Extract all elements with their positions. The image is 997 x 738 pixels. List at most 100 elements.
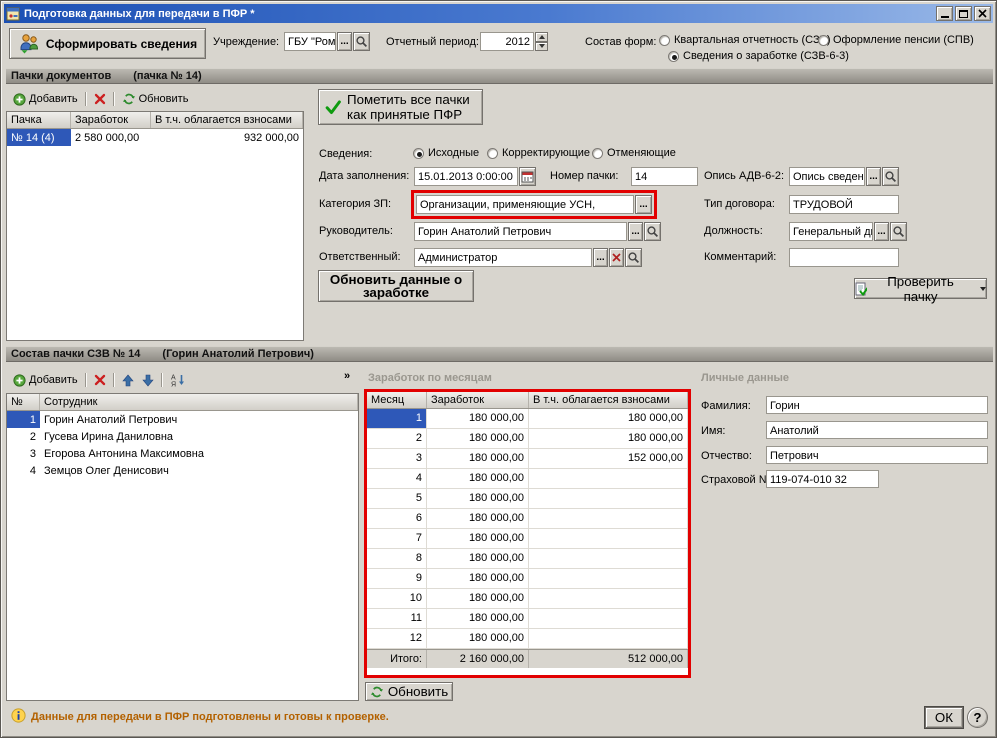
fill-date-input[interactable]: 15.01.2013 0:00:00 xyxy=(414,167,518,186)
responsible-input[interactable]: Администратор xyxy=(414,248,592,267)
month-row[interactable]: 6180 000,00 xyxy=(367,509,688,529)
month-cell[interactable]: 11 xyxy=(367,609,427,629)
maximize-button[interactable] xyxy=(955,6,972,21)
month-earnings-cell[interactable]: 180 000,00 xyxy=(427,429,529,449)
minimize-button[interactable] xyxy=(936,6,953,21)
month-taxable-cell[interactable] xyxy=(529,609,688,629)
employee-row[interactable]: 4Земцов Олег Денисович xyxy=(7,462,358,479)
manager-search-button[interactable] xyxy=(644,222,661,241)
inventory-input[interactable]: Опись сведен xyxy=(789,167,865,186)
lastname-input[interactable]: Горин xyxy=(766,396,988,414)
employee-name-cell[interactable]: Гусева Ирина Даниловна xyxy=(40,428,358,445)
month-earnings-cell[interactable]: 180 000,00 xyxy=(427,509,529,529)
month-row[interactable]: 3180 000,00152 000,00 xyxy=(367,449,688,469)
month-earnings-cell[interactable]: 180 000,00 xyxy=(427,489,529,509)
more-buttons-chevron[interactable]: » xyxy=(344,370,350,382)
packet-taxable-cell[interactable]: 932 000,00 xyxy=(151,129,303,146)
employee-row[interactable]: 1Горин Анатолий Петрович xyxy=(7,411,358,428)
month-row[interactable]: 7180 000,00 xyxy=(367,529,688,549)
month-earnings-cell[interactable]: 180 000,00 xyxy=(427,589,529,609)
month-taxable-cell[interactable] xyxy=(529,509,688,529)
month-cell[interactable]: 3 xyxy=(367,449,427,469)
month-earnings-cell[interactable]: 180 000,00 xyxy=(427,409,529,429)
month-taxable-cell[interactable] xyxy=(529,469,688,489)
column-header[interactable]: Сотрудник xyxy=(40,394,358,410)
month-earnings-cell[interactable]: 180 000,00 xyxy=(427,449,529,469)
month-cell[interactable]: 10 xyxy=(367,589,427,609)
month-earnings-cell[interactable]: 180 000,00 xyxy=(427,469,529,489)
month-taxable-cell[interactable] xyxy=(529,589,688,609)
contract-type-input[interactable]: ТРУДОВОЙ xyxy=(789,195,899,214)
column-header[interactable]: № xyxy=(7,394,40,410)
manager-select-button[interactable]: ... xyxy=(628,222,643,241)
column-header[interactable]: Заработок xyxy=(71,112,151,128)
month-cell[interactable]: 12 xyxy=(367,629,427,649)
generate-data-button[interactable]: Сформировать сведения xyxy=(9,28,206,59)
employees-add-button[interactable]: Добавить xyxy=(9,373,82,388)
responsible-select-button[interactable]: ... xyxy=(593,248,608,267)
institution-input[interactable]: ГБУ "Рома xyxy=(284,32,336,51)
month-row[interactable]: 8180 000,00 xyxy=(367,549,688,569)
firstname-input[interactable]: Анатолий xyxy=(766,421,988,439)
report-period-input[interactable]: 2012 xyxy=(480,32,534,51)
responsible-search-button[interactable] xyxy=(625,248,642,267)
month-row[interactable]: 5180 000,00 xyxy=(367,489,688,509)
month-row[interactable]: 11180 000,00 xyxy=(367,609,688,629)
month-taxable-cell[interactable]: 180 000,00 xyxy=(529,409,688,429)
month-taxable-cell[interactable]: 180 000,00 xyxy=(529,429,688,449)
employee-name-cell[interactable]: Егорова Антонина Максимовна xyxy=(40,445,358,462)
month-taxable-cell[interactable] xyxy=(529,549,688,569)
fill-date-calendar-button[interactable] xyxy=(519,167,536,186)
month-taxable-cell[interactable] xyxy=(529,489,688,509)
category-select-button[interactable]: ... xyxy=(635,195,652,214)
packets-delete-button[interactable] xyxy=(90,92,110,106)
month-row[interactable]: 10180 000,00 xyxy=(367,589,688,609)
responsible-clear-button[interactable] xyxy=(609,248,624,267)
packets-refresh-button[interactable]: Обновить xyxy=(118,91,193,107)
inventory-select-button[interactable]: ... xyxy=(866,167,881,186)
packet-number-input[interactable]: 14 xyxy=(631,167,698,186)
column-header[interactable]: В т.ч. облагается взносами xyxy=(529,392,688,408)
category-input[interactable]: Организации, применяющие УСН, xyxy=(416,195,634,214)
period-down-button[interactable] xyxy=(535,42,548,52)
packet-id-cell[interactable]: № 14 (4) xyxy=(7,129,71,146)
employee-num-cell[interactable]: 4 xyxy=(7,462,40,479)
month-earnings-cell[interactable]: 180 000,00 xyxy=(427,549,529,569)
column-header[interactable]: Пачка xyxy=(7,112,71,128)
move-up-button[interactable] xyxy=(118,373,138,388)
position-select-button[interactable]: ... xyxy=(874,222,889,241)
comment-input[interactable] xyxy=(789,248,899,267)
column-header[interactable]: В т.ч. облагается взносами xyxy=(151,112,303,128)
month-earnings-cell[interactable]: 180 000,00 xyxy=(427,529,529,549)
employee-num-cell[interactable]: 1 xyxy=(7,411,40,428)
insurance-number-input[interactable]: 119-074-010 32 xyxy=(766,470,879,488)
institution-select-button[interactable]: ... xyxy=(337,32,352,51)
packet-earnings-cell[interactable]: 2 580 000,00 xyxy=(71,129,151,146)
employee-row[interactable]: 3Егорова Антонина Максимовна xyxy=(7,445,358,462)
radio-earnings-info[interactable]: Сведения о заработке (СЗВ-6-3) xyxy=(668,50,849,62)
employee-row[interactable]: 2Гусева Ирина Даниловна xyxy=(7,428,358,445)
close-button[interactable] xyxy=(974,6,991,21)
month-cell[interactable]: 7 xyxy=(367,529,427,549)
institution-search-button[interactable] xyxy=(353,32,370,51)
month-earnings-cell[interactable]: 180 000,00 xyxy=(427,569,529,589)
employee-name-cell[interactable]: Земцов Олег Денисович xyxy=(40,462,358,479)
month-taxable-cell[interactable] xyxy=(529,629,688,649)
ok-button[interactable]: ОК xyxy=(925,707,963,728)
month-cell[interactable]: 9 xyxy=(367,569,427,589)
month-row[interactable]: 9180 000,00 xyxy=(367,569,688,589)
month-row[interactable]: 1180 000,00180 000,00 xyxy=(367,409,688,429)
position-input[interactable]: Генеральный директор xyxy=(789,222,873,241)
packets-add-button[interactable]: Добавить xyxy=(9,92,82,107)
employee-num-cell[interactable]: 2 xyxy=(7,428,40,445)
sort-button[interactable]: А Я xyxy=(166,372,189,388)
help-button[interactable]: ? xyxy=(967,707,988,728)
month-cell[interactable]: 4 xyxy=(367,469,427,489)
month-earnings-cell[interactable]: 180 000,00 xyxy=(427,609,529,629)
radio-correcting[interactable]: Корректирующие xyxy=(487,147,590,159)
month-row[interactable]: 2180 000,00180 000,00 xyxy=(367,429,688,449)
month-row[interactable]: 12180 000,00 xyxy=(367,629,688,649)
move-down-button[interactable] xyxy=(138,373,158,388)
radio-cancelling[interactable]: Отменяющие xyxy=(592,147,676,159)
position-search-button[interactable] xyxy=(890,222,907,241)
